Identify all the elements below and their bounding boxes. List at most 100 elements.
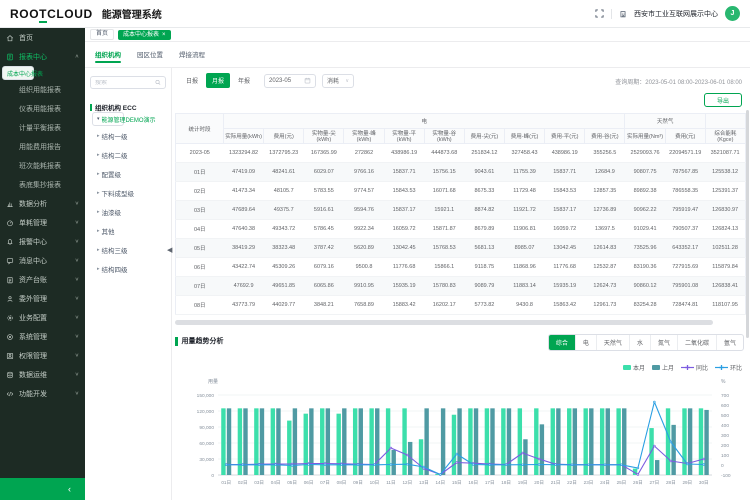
energy-tab-electricity[interactable]: 电 [575, 335, 596, 350]
sidebar-item-message-center[interactable]: 消息中心∨ [0, 251, 85, 270]
svg-text:150,000: 150,000 [197, 393, 215, 399]
sidebar-item-function-dev[interactable]: 功能开发∨ [0, 384, 85, 403]
energy-type-switch: 综合电天然气水氮气二氧化碳氩气 [548, 334, 744, 351]
svg-text:07日: 07日 [320, 480, 330, 486]
period-yearly-button[interactable]: 年报 [232, 73, 256, 88]
table-row: 2023-051323294.821372795.23167365.992728… [176, 144, 746, 163]
rootcloud-logo: ROOTCLOUD [10, 7, 93, 21]
caret-right-icon[interactable]: ▸ [97, 228, 100, 234]
caret-right-icon[interactable]: ▸ [97, 152, 100, 158]
sidebar-item-energy-cost-report[interactable]: 用能费用报告 [0, 137, 85, 156]
sidebar-item-outsourcing[interactable]: 委外管理∨ [0, 289, 85, 308]
analysis-icon [6, 200, 14, 208]
sidebar-item-measure-balance-report[interactable]: 计量平衡报表 [0, 118, 85, 137]
svg-text:0: 0 [721, 463, 724, 469]
search-icon[interactable] [155, 79, 161, 86]
sidebar-item-alarm-center[interactable]: 报警中心∨ [0, 232, 85, 251]
svg-text:09日: 09日 [353, 480, 363, 486]
search-input[interactable] [95, 80, 153, 86]
svg-text:30日: 30日 [699, 480, 709, 486]
energy-tab-nitrogen[interactable]: 氮气 [650, 335, 677, 350]
energy-tab-natural-gas[interactable]: 天然气 [596, 335, 629, 350]
tree-node-6[interactable]: ▸其他 [90, 221, 166, 240]
table-horizontal-scrollbar[interactable] [175, 320, 713, 325]
sidebar-item-unit-consumption[interactable]: 单耗管理∨ [0, 213, 85, 232]
sidebar-item-data-ops[interactable]: 数据运维∨ [0, 365, 85, 384]
active-page-tab[interactable]: 成本中心报表 × [118, 30, 171, 40]
legend-item-mom[interactable]: 环比 [715, 363, 742, 372]
sidebar-item-system-mgmt[interactable]: 系统管理∨ [0, 327, 85, 346]
tab-welding-process[interactable]: 焊接流程 [179, 49, 205, 67]
chevron-down-icon: ∨ [345, 78, 349, 84]
svg-text:400: 400 [721, 423, 729, 429]
fullscreen-icon[interactable] [595, 9, 604, 18]
export-button[interactable]: 导出 [704, 93, 742, 107]
caret-right-icon[interactable]: ▸ [97, 266, 100, 272]
report-icon [6, 53, 14, 61]
home-icon [6, 34, 14, 42]
svg-text:02日: 02日 [238, 480, 248, 486]
tree-node-8[interactable]: ▸结构四级 [90, 259, 166, 278]
svg-text:05日: 05日 [287, 480, 297, 486]
svg-text:20日: 20日 [534, 480, 544, 486]
energy-tab-argon[interactable]: 氩气 [716, 335, 743, 350]
sidebar-item-meter-reading-report[interactable]: 表底集抄报表 [0, 175, 85, 194]
col-header: 综合能耗(Kgce) [705, 129, 745, 144]
svg-text:%: % [721, 379, 726, 385]
legend-item-last-month[interactable]: 上月 [652, 363, 674, 372]
tree-node-7[interactable]: ▸结构三级 [90, 240, 166, 259]
tab-org-structure[interactable]: 组织机构 [95, 49, 121, 67]
tree-root-node[interactable]: 组织机构 ECC [90, 102, 166, 112]
caret-right-icon[interactable]: ▸ [97, 190, 100, 196]
energy-tab-comprehensive[interactable]: 综合 [549, 335, 575, 350]
caret-right-icon[interactable]: ▸ [97, 171, 100, 177]
sidebar-item-meter-energy-report[interactable]: 仪表用能报表 [0, 99, 85, 118]
collapse-sidebar-button[interactable]: ‹ [68, 484, 71, 494]
sidebar-item-cost-center-report[interactable]: 成本中心报表 [2, 66, 34, 80]
dataops-icon [6, 371, 14, 379]
sidebar-item-permission-mgmt[interactable]: 权限管理∨ [0, 346, 85, 365]
avatar[interactable]: J [725, 6, 740, 21]
energy-tab-water[interactable]: 水 [629, 335, 650, 350]
sidebar-item-report-center[interactable]: 报表中心∧ [0, 47, 85, 66]
type-select[interactable]: 消耗 ∨ [322, 74, 354, 88]
svg-text:29日: 29日 [682, 480, 692, 486]
svg-text:23日: 23日 [584, 480, 594, 486]
caret-right-icon[interactable]: ▸ [97, 209, 100, 215]
tab-park-location[interactable]: 园区位置 [137, 49, 163, 67]
legend-item-yoy[interactable]: 同比 [681, 363, 708, 372]
tree-node-selected[interactable]: ▾ 能源管理DEMO演示 [92, 112, 124, 126]
chevron-down-icon: ∨ [75, 220, 79, 226]
tree-search-box[interactable] [90, 76, 166, 89]
svg-text:24日: 24日 [600, 480, 610, 486]
month-picker[interactable]: 2023-05 [264, 74, 316, 88]
tree-node-5[interactable]: ▸油漆级 [90, 202, 166, 221]
period-daily-button[interactable]: 日报 [180, 73, 204, 88]
caret-right-icon[interactable]: ▸ [97, 247, 100, 253]
sidebar-item-shift-energy-report[interactable]: 班次能耗报表 [0, 156, 85, 175]
svg-text:22日: 22日 [567, 480, 577, 486]
caret-right-icon[interactable]: ▸ [97, 133, 100, 139]
tree-node-1[interactable]: ▸结构一级 [90, 126, 166, 145]
period-monthly-button[interactable]: 月报 [206, 73, 230, 88]
svg-text:19日: 19日 [518, 480, 528, 486]
energy-tab-co2[interactable]: 二氧化碳 [677, 335, 716, 350]
sidebar-item-data-analysis[interactable]: 数据分析∨ [0, 194, 85, 213]
sidebar-item-asset-ledger[interactable]: 资产台账∨ [0, 270, 85, 289]
tree-node-3[interactable]: ▸配置级 [90, 164, 166, 183]
close-icon[interactable]: × [162, 30, 166, 40]
sidebar-item-home[interactable]: 首页 [0, 28, 85, 47]
svg-text:90,000: 90,000 [199, 425, 214, 431]
col-header: 实际用量(Nm³) [625, 129, 665, 144]
svg-text:0: 0 [211, 473, 214, 479]
breadcrumb-home-tab[interactable]: 首页 [90, 29, 114, 40]
tree-node-4[interactable]: ▸下料成型级 [90, 183, 166, 202]
tree-collapse-handle[interactable]: ◀ [167, 246, 172, 254]
sidebar-item-business-config[interactable]: 业务配置∨ [0, 308, 85, 327]
caret-down-icon[interactable]: ▾ [97, 116, 100, 122]
page-scrollbar[interactable] [746, 110, 749, 338]
legend-item-this-month[interactable]: 本月 [623, 363, 645, 372]
org-name[interactable]: 西安市工业互联网展示中心 [634, 9, 718, 19]
tree-node-2[interactable]: ▸结构二级 [90, 145, 166, 164]
sidebar-item-org-energy-report[interactable]: 组织用能报表 [0, 80, 85, 99]
